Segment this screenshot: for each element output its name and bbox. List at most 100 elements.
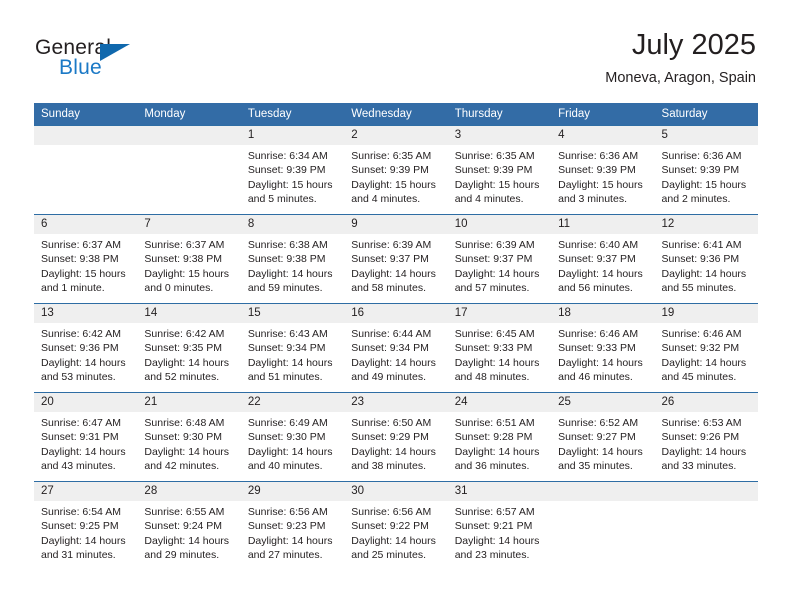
- calendar-day-cell[interactable]: 11 Sunrise: 6:40 AM Sunset: 9:37 PM Dayligh…: [551, 214, 655, 304]
- day-number: 19: [654, 304, 758, 323]
- calendar-week-row: 13 Sunrise: 6:42 AM Sunset: 9:36 PM Dayligh…: [34, 303, 758, 393]
- weekday-header-row: Sunday Monday Tuesday Wednesday Thursday…: [34, 103, 758, 126]
- calendar-day-cell[interactable]: 12 Sunrise: 6:41 AM Sunset: 9:36 PM Dayligh…: [654, 214, 758, 304]
- calendar-day-cell[interactable]: 16 Sunrise: 6:44 AM Sunset: 9:34 PM Dayligh…: [344, 303, 448, 393]
- calendar-day-cell[interactable]: 22 Sunrise: 6:49 AM Sunset: 9:30 PM Dayligh…: [240, 392, 345, 482]
- sunset-time: Sunset: 9:25 PM: [41, 520, 119, 533]
- sunset-time: Sunset: 9:24 PM: [144, 520, 223, 533]
- day-details: Sunrise: 6:34 AM Sunset: 9:39 PM Daylight:…: [241, 145, 344, 207]
- day-number: 17: [447, 304, 552, 323]
- sunrise-time: Sunrise: 6:45 AM: [454, 328, 535, 340]
- day-details: Sunrise: 6:46 AM Sunset: 9:33 PM Daylight:…: [551, 323, 654, 385]
- calendar-day-cell[interactable]: 6 Sunrise: 6:37 AM Sunset: 9:38 PM Daylight…: [34, 214, 138, 304]
- daylight-duration-line2: and 59 minutes.: [247, 282, 323, 295]
- sunrise-time: Sunrise: 6:35 AM: [351, 150, 432, 162]
- daylight-duration-line2: and 55 minutes.: [661, 282, 737, 295]
- day-number: 1: [240, 126, 345, 145]
- daylight-duration-line1: Daylight: 14 hours: [247, 445, 333, 458]
- day-details: Sunrise: 6:38 AM Sunset: 9:38 PM Daylight:…: [241, 234, 344, 296]
- sunrise-time: Sunrise: 6:40 AM: [558, 239, 639, 251]
- sunset-time: Sunset: 9:39 PM: [247, 164, 326, 177]
- calendar-day-cell[interactable]: 27 Sunrise: 6:54 AM Sunset: 9:25 PM Dayligh…: [34, 481, 138, 570]
- sunrise-time: Sunrise: 6:42 AM: [144, 328, 225, 340]
- calendar-week-row: 1 Sunrise: 6:34 AM Sunset: 9:39 PM Daylight…: [34, 125, 758, 215]
- calendar-day-cell[interactable]: 2 Sunrise: 6:35 AM Sunset: 9:39 PM Daylight…: [344, 125, 448, 215]
- calendar-day-cell[interactable]: 5 Sunrise: 6:36 AM Sunset: 9:39 PM Daylight…: [654, 125, 758, 215]
- daylight-duration-line1: Daylight: 15 hours: [661, 178, 747, 191]
- calendar-day-cell[interactable]: 24 Sunrise: 6:51 AM Sunset: 9:28 PM Dayligh…: [447, 392, 552, 482]
- daylight-duration-line1: Daylight: 14 hours: [247, 267, 333, 280]
- calendar-day-cell[interactable]: 23 Sunrise: 6:50 AM Sunset: 9:29 PM Dayligh…: [344, 392, 448, 482]
- daylight-duration-line1: Daylight: 14 hours: [247, 534, 333, 547]
- calendar-body: 1 Sunrise: 6:34 AM Sunset: 9:39 PM Daylight…: [34, 125, 758, 570]
- day-number: 13: [34, 304, 138, 323]
- sunrise-time: Sunrise: 6:46 AM: [558, 328, 639, 340]
- sunrise-time: Sunrise: 6:47 AM: [41, 417, 121, 429]
- calendar-day-cell[interactable]: 17 Sunrise: 6:45 AM Sunset: 9:33 PM Dayligh…: [447, 303, 552, 393]
- calendar-day-cell[interactable]: 26 Sunrise: 6:53 AM Sunset: 9:26 PM Dayligh…: [654, 392, 758, 482]
- day-details: Sunrise: 6:50 AM Sunset: 9:29 PM Daylight:…: [344, 412, 447, 474]
- sunset-time: Sunset: 9:30 PM: [144, 431, 223, 444]
- calendar-day-cell[interactable]: 14 Sunrise: 6:42 AM Sunset: 9:35 PM Dayligh…: [137, 303, 241, 393]
- daylight-duration-line1: Daylight: 15 hours: [41, 267, 126, 280]
- calendar-day-cell[interactable]: 28 Sunrise: 6:55 AM Sunset: 9:24 PM Dayligh…: [137, 481, 241, 570]
- daylight-duration-line1: Daylight: 14 hours: [144, 534, 230, 547]
- logo-triangle-icon: [100, 44, 130, 61]
- sunset-time: Sunset: 9:26 PM: [661, 431, 740, 444]
- calendar-day-cell[interactable]: 29 Sunrise: 6:56 AM Sunset: 9:23 PM Dayligh…: [240, 481, 345, 570]
- calendar-day-cell[interactable]: 30 Sunrise: 6:56 AM Sunset: 9:22 PM Dayligh…: [344, 481, 448, 570]
- daylight-duration-line2: and 45 minutes.: [661, 371, 737, 384]
- sunrise-time: Sunrise: 6:56 AM: [351, 506, 432, 518]
- daylight-duration-line2: and 36 minutes.: [454, 460, 530, 473]
- day-number: 15: [240, 304, 345, 323]
- daylight-duration-line2: and 0 minutes.: [144, 282, 214, 295]
- calendar-day-cell[interactable]: 8 Sunrise: 6:38 AM Sunset: 9:38 PM Daylight…: [240, 214, 345, 304]
- daylight-duration-line1: Daylight: 15 hours: [144, 267, 230, 280]
- daylight-duration-line1: Daylight: 14 hours: [351, 356, 436, 369]
- calendar-day-cell[interactable]: 21 Sunrise: 6:48 AM Sunset: 9:30 PM Dayligh…: [137, 392, 241, 482]
- calendar-day-cell[interactable]: 9 Sunrise: 6:39 AM Sunset: 9:37 PM Daylight…: [344, 214, 448, 304]
- sunrise-time: Sunrise: 6:41 AM: [661, 239, 742, 251]
- sunrise-time: Sunrise: 6:37 AM: [144, 239, 225, 251]
- weekday-header-sunday: Sunday: [34, 103, 138, 126]
- day-details: Sunrise: 6:56 AM Sunset: 9:23 PM Daylight:…: [241, 501, 344, 563]
- day-details: Sunrise: 6:49 AM Sunset: 9:30 PM Daylight:…: [241, 412, 344, 474]
- sunrise-time: Sunrise: 6:49 AM: [247, 417, 328, 429]
- sunset-time: Sunset: 9:28 PM: [454, 431, 533, 444]
- day-details: Sunrise: 6:36 AM Sunset: 9:39 PM Daylight:…: [655, 145, 758, 207]
- day-details: Sunrise: 6:47 AM Sunset: 9:31 PM Daylight:…: [34, 412, 137, 474]
- calendar-day-cell[interactable]: 25 Sunrise: 6:52 AM Sunset: 9:27 PM Dayligh…: [551, 392, 655, 482]
- daylight-duration-line2: and 35 minutes.: [558, 460, 633, 473]
- daylight-duration-line2: and 38 minutes.: [351, 460, 426, 473]
- calendar-day-cell[interactable]: 31 Sunrise: 6:57 AM Sunset: 9:21 PM Dayligh…: [447, 481, 552, 570]
- calendar-day-cell[interactable]: 1 Sunrise: 6:34 AM Sunset: 9:39 PM Daylight…: [240, 125, 345, 215]
- day-number: [34, 126, 138, 145]
- location-subtitle: Moneva, Aragon, Spain: [605, 70, 756, 86]
- calendar-day-cell[interactable]: 7 Sunrise: 6:37 AM Sunset: 9:38 PM Daylight…: [137, 214, 241, 304]
- calendar-day-cell[interactable]: 3 Sunrise: 6:35 AM Sunset: 9:39 PM Daylight…: [447, 125, 552, 215]
- calendar-week-row: 20 Sunrise: 6:47 AM Sunset: 9:31 PM Dayligh…: [34, 392, 758, 482]
- daylight-duration-line2: and 53 minutes.: [41, 371, 116, 384]
- daylight-duration-line1: Daylight: 14 hours: [351, 534, 436, 547]
- calendar-day-cell[interactable]: 20 Sunrise: 6:47 AM Sunset: 9:31 PM Dayligh…: [34, 392, 138, 482]
- sunset-time: Sunset: 9:38 PM: [144, 253, 223, 266]
- daylight-duration-line2: and 46 minutes.: [558, 371, 633, 384]
- weekday-header-friday: Friday: [551, 103, 655, 126]
- sunrise-time: Sunrise: 6:57 AM: [454, 506, 535, 518]
- sunrise-time: Sunrise: 6:39 AM: [454, 239, 535, 251]
- calendar-day-cell[interactable]: 4 Sunrise: 6:36 AM Sunset: 9:39 PM Daylight…: [551, 125, 655, 215]
- daylight-duration-line1: Daylight: 14 hours: [661, 267, 747, 280]
- daylight-duration-line2: and 33 minutes.: [661, 460, 737, 473]
- sunset-time: Sunset: 9:36 PM: [661, 253, 740, 266]
- calendar-day-cell[interactable]: 15 Sunrise: 6:43 AM Sunset: 9:34 PM Dayligh…: [240, 303, 345, 393]
- day-number: 14: [137, 304, 241, 323]
- calendar-day-cell[interactable]: 13 Sunrise: 6:42 AM Sunset: 9:36 PM Dayligh…: [34, 303, 138, 393]
- daylight-duration-line2: and 40 minutes.: [247, 460, 323, 473]
- calendar-day-cell[interactable]: 18 Sunrise: 6:46 AM Sunset: 9:33 PM Dayligh…: [551, 303, 655, 393]
- daylight-duration-line1: Daylight: 14 hours: [144, 356, 230, 369]
- calendar-day-cell[interactable]: 19 Sunrise: 6:46 AM Sunset: 9:32 PM Dayligh…: [654, 303, 758, 393]
- daylight-duration-line2: and 52 minutes.: [144, 371, 220, 384]
- weekday-header-wednesday: Wednesday: [344, 103, 448, 126]
- calendar-day-cell[interactable]: 10 Sunrise: 6:39 AM Sunset: 9:37 PM Dayligh…: [447, 214, 552, 304]
- general-blue-logo[interactable]: General Blue: [35, 36, 225, 88]
